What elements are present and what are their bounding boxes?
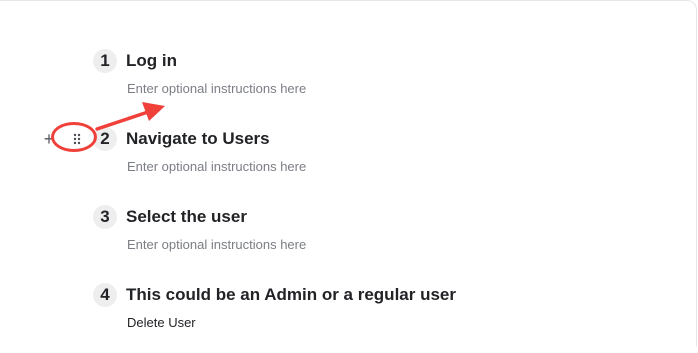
steps-panel: 1 Log in Enter optional instructions her… <box>0 0 697 346</box>
step-title[interactable]: Log in <box>126 50 177 72</box>
step-item: 4 This could be an Admin or a regular us… <box>0 283 690 353</box>
step-item: 2 Navigate to Users Enter optional instr… <box>0 127 690 197</box>
step-item: 3 Select the user Enter optional instruc… <box>0 205 690 275</box>
step-instructions-field[interactable]: Enter optional instructions here <box>127 236 306 254</box>
step-instructions-field[interactable]: Enter optional instructions here <box>127 158 306 176</box>
annotation-circle <box>51 122 97 152</box>
step-title[interactable]: Navigate to Users <box>126 128 270 150</box>
step-item: 1 Log in Enter optional instructions her… <box>0 49 690 119</box>
step-number-badge: 3 <box>93 205 117 229</box>
step-title[interactable]: Select the user <box>126 206 247 228</box>
step-number-badge: 4 <box>93 283 117 307</box>
step-instructions-field[interactable]: Enter optional instructions here <box>127 80 306 98</box>
step-number-badge: 1 <box>93 49 117 73</box>
step-title[interactable]: This could be an Admin or a regular user <box>126 284 456 306</box>
step-instructions-field[interactable]: Delete User <box>127 314 196 332</box>
